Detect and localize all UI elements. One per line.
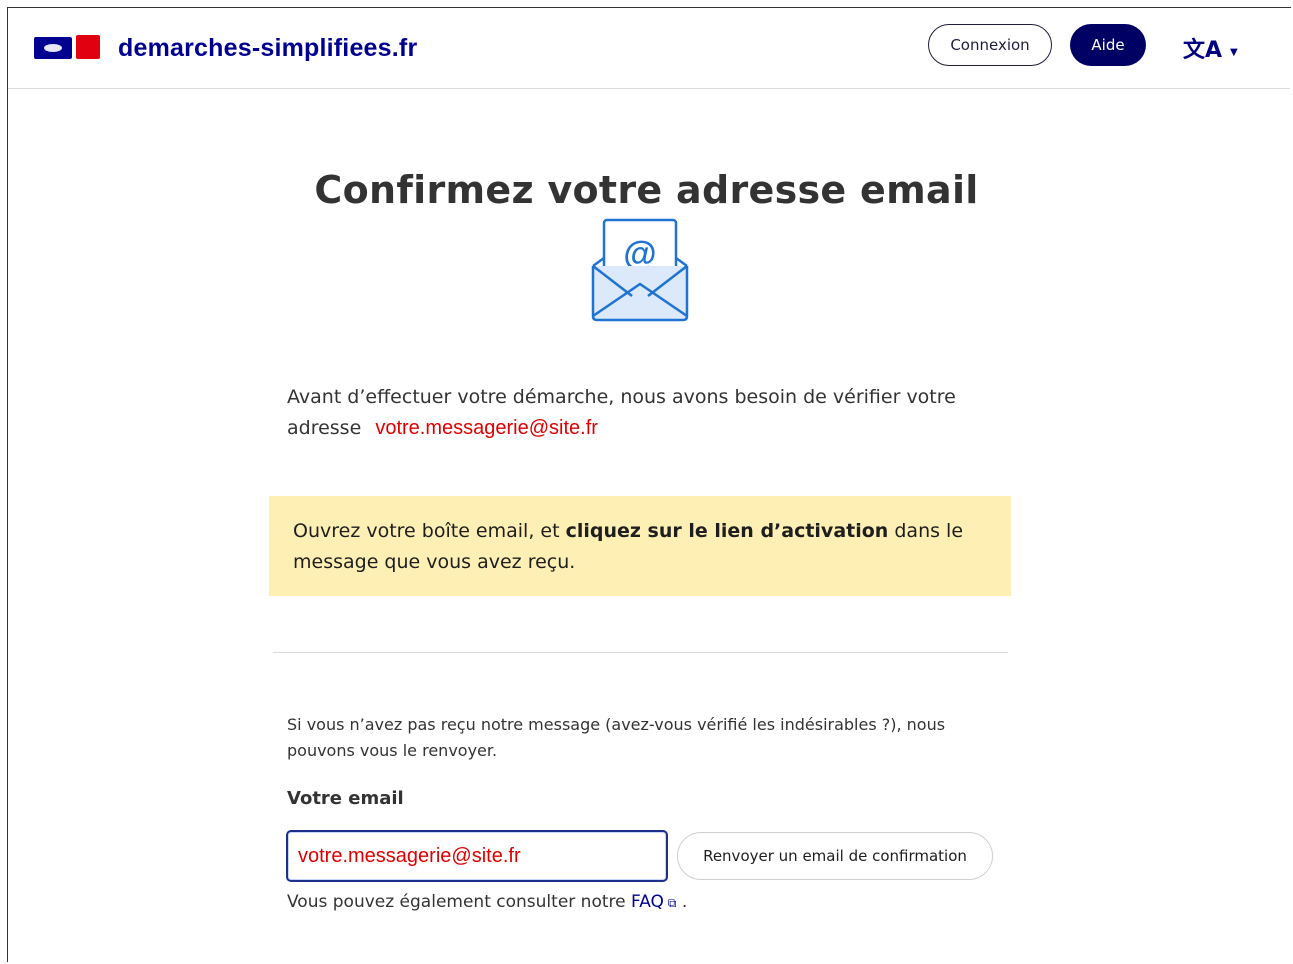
notice-text-start: Ouvrez votre boîte email, et — [293, 520, 566, 542]
faq-text-end: . — [676, 892, 688, 912]
translate-icon: 文A — [1183, 38, 1223, 63]
external-link-icon: ⧉ — [667, 896, 677, 910]
activation-notice: Ouvrez votre boîte email, et cliquez sur… — [269, 496, 1011, 596]
faq-link[interactable]: FAQ ⧉ — [631, 892, 677, 912]
section-divider — [273, 652, 1008, 653]
language-selector[interactable]: 文A ▼ — [1183, 32, 1238, 64]
aide-button[interactable]: Aide — [1070, 24, 1146, 66]
faq-link-label: FAQ — [630, 892, 664, 912]
marianne-logo-icon — [34, 34, 104, 63]
faq-text: Vous pouvez également consulter notre — [287, 892, 631, 912]
faq-line: Vous pouvez également consulter notre FA… — [287, 892, 687, 912]
resend-info: Si vous n’avez pas reçu notre message (a… — [287, 715, 946, 760]
email-input[interactable] — [286, 830, 668, 882]
site-logo[interactable]: demarches-simplifiees.fr — [34, 34, 417, 63]
chevron-down-icon: ▼ — [1230, 46, 1238, 58]
envelope-at-icon: @ — [591, 218, 689, 322]
notice-text-bold: cliquez sur le lien d’activation — [565, 520, 889, 542]
connexion-button[interactable]: Connexion — [928, 24, 1052, 66]
page-title: Confirmez votre adresse email — [314, 168, 979, 212]
brand-name[interactable]: demarches-simplifiees.fr — [118, 34, 417, 63]
intro-email: votre.messagerie@site.fr — [375, 417, 598, 439]
email-label: Votre email — [287, 788, 404, 809]
site-header: demarches-simplifiees.fr Connexion Aide … — [8, 8, 1290, 89]
intro-text: Avant d’effectuer votre démarche, nous a… — [287, 382, 1007, 444]
resend-confirmation-button[interactable]: Renvoyer un email de confirmation — [677, 832, 993, 880]
page-frame — [7, 7, 1291, 962]
